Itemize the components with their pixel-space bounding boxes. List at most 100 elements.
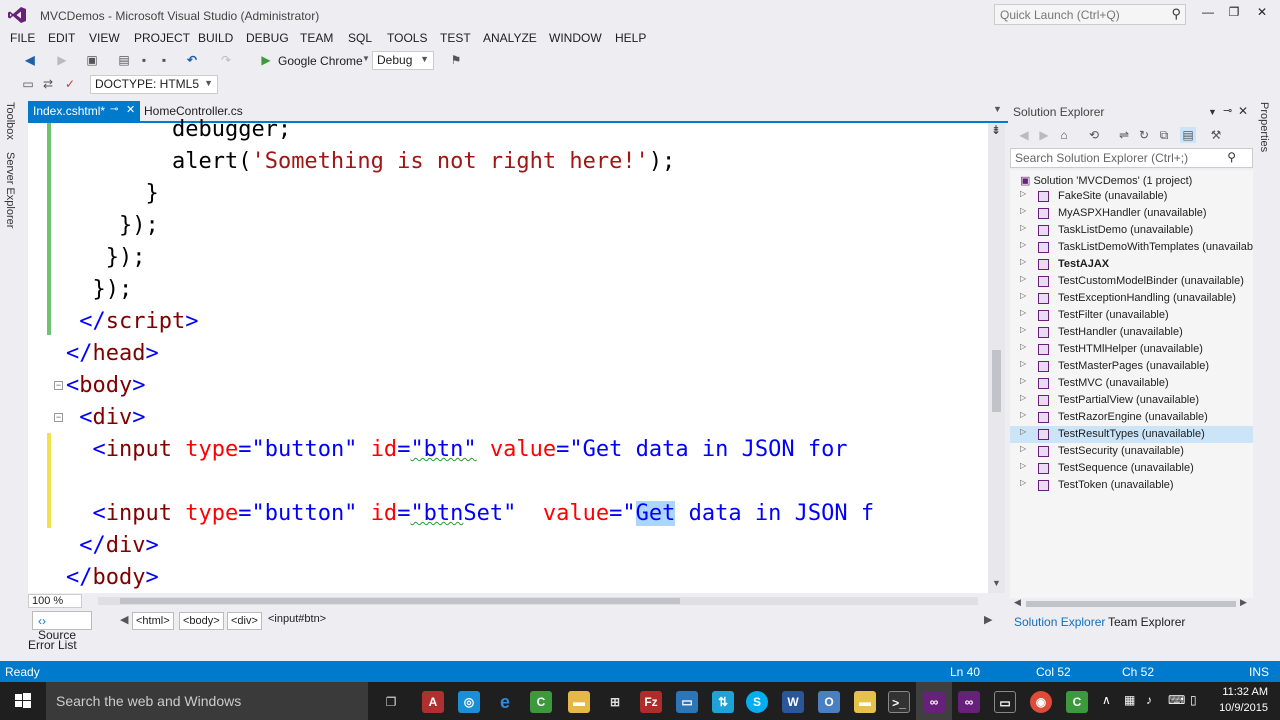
expand-icon[interactable]: ▷ <box>1020 257 1026 266</box>
crumb-input[interactable]: <input#btn> <box>268 613 326 625</box>
expand-icon[interactable]: ▷ <box>1020 274 1026 283</box>
edge-browser-icon[interactable]: e <box>494 691 516 713</box>
menu-project[interactable]: PROJECT <box>134 31 190 45</box>
home-icon[interactable]: ⌂ <box>1056 127 1072 143</box>
project-item[interactable]: ▷ TestRazorEngine (unavailable) <box>1010 409 1253 426</box>
save-icon[interactable]: ▪ <box>136 52 152 68</box>
folder-icon[interactable]: ▬ <box>854 691 876 713</box>
ftp-app-icon[interactable]: ⇅ <box>712 691 734 713</box>
expand-icon[interactable]: ▷ <box>1020 206 1026 215</box>
menu-sql[interactable]: SQL <box>348 31 372 45</box>
collapse-all-icon[interactable]: ⧉ <box>1156 127 1172 143</box>
minimize-button[interactable]: — <box>1196 5 1220 21</box>
menu-help[interactable]: HELP <box>615 31 646 45</box>
expand-icon[interactable]: ▷ <box>1020 393 1026 402</box>
tab-home-controller[interactable]: HomeController.cs <box>144 104 243 118</box>
server-explorer-tab[interactable]: Server Explorer <box>4 152 16 228</box>
sync-icon[interactable]: ⟲ <box>1086 127 1102 143</box>
validate-icon[interactable]: ⇄ <box>40 76 56 92</box>
fold-toggle-icon[interactable]: − <box>54 413 63 422</box>
chevron-down-icon[interactable]: ▼ <box>362 54 370 63</box>
remote-desktop-icon[interactable]: ▭ <box>676 691 698 713</box>
expand-icon[interactable]: ▷ <box>1020 444 1026 453</box>
visual-studio-2-icon[interactable]: ∞ <box>958 691 980 713</box>
quick-launch-input[interactable]: Quick Launch (Ctrl+Q) ⚲ <box>994 4 1186 25</box>
project-item[interactable]: ▷ TestExceptionHandling (unavailable) <box>1010 290 1253 307</box>
project-item[interactable]: ▷ TestHTMlHelper (unavailable) <box>1010 341 1253 358</box>
expand-icon[interactable]: ▷ <box>1020 291 1026 300</box>
solution-horizontal-scrollbar[interactable]: ◀ ▶ <box>1012 597 1250 609</box>
properties-tab[interactable]: Properties <box>1258 102 1270 152</box>
project-item[interactable]: ▷ TestToken (unavailable) <box>1010 477 1253 494</box>
project-item[interactable]: ▷ TestHandler (unavailable) <box>1010 324 1253 341</box>
menu-view[interactable]: VIEW <box>89 31 120 45</box>
visual-studio-icon[interactable]: ∞ <box>923 691 945 713</box>
project-item[interactable]: ▷ FakeSite (unavailable) <box>1010 188 1253 205</box>
expand-icon[interactable]: ▷ <box>1020 342 1026 351</box>
scrollbar-thumb[interactable] <box>120 598 680 604</box>
taskbar-search-input[interactable]: Search the web and Windows <box>46 682 368 720</box>
tab-team-explorer[interactable]: Team Explorer <box>1104 612 1189 632</box>
crumb-html[interactable]: <html> <box>132 612 174 630</box>
close-icon[interactable]: ✕ <box>1238 104 1248 118</box>
console-icon[interactable]: ▭ <box>994 691 1016 713</box>
outlook-icon[interactable]: O <box>818 691 840 713</box>
restore-button[interactable]: ❐ <box>1222 5 1246 21</box>
forward-icon[interactable]: ▶ <box>1036 127 1052 143</box>
crumb-body[interactable]: <body> <box>179 612 224 630</box>
expand-icon[interactable]: ▷ <box>1020 359 1026 368</box>
solution-search-input[interactable]: Search Solution Explorer (Ctrl+;) ⚲ <box>1010 148 1253 168</box>
command-prompt-icon[interactable]: >_ <box>888 691 910 713</box>
expand-icon[interactable]: ▷ <box>1020 410 1026 419</box>
close-button[interactable]: ✕ <box>1250 5 1274 21</box>
error-list-tab[interactable]: Error List <box>28 638 77 652</box>
project-item[interactable]: ▷ TestPartialView (unavailable) <box>1010 392 1253 409</box>
chevron-down-icon[interactable]: ▼ <box>1208 107 1217 117</box>
menu-tools[interactable]: TOOLS <box>387 31 427 45</box>
menu-test[interactable]: TEST <box>440 31 471 45</box>
show-all-files-icon[interactable]: ▤ <box>1180 127 1196 143</box>
fold-toggle-icon[interactable]: − <box>54 381 63 390</box>
project-item[interactable]: ▷ TestCustomModelBinder (unavailable) <box>1010 273 1253 290</box>
skype-alt-icon[interactable]: ◎ <box>458 691 480 713</box>
chrome-icon[interactable]: ◉ <box>1030 691 1052 713</box>
clock-time[interactable]: 11:32 AM <box>1222 686 1268 698</box>
forward-icon[interactable]: ▶ <box>54 52 70 68</box>
pin-icon[interactable]: ⊸ <box>1223 104 1232 117</box>
menu-build[interactable]: BUILD <box>198 31 233 45</box>
camtasia-icon[interactable]: C <box>530 691 552 713</box>
tab-dropdown-icon[interactable]: ▼ <box>993 104 1002 114</box>
expand-icon[interactable]: ▷ <box>1020 189 1026 198</box>
redo-icon[interactable]: ↷ <box>218 52 234 68</box>
project-item[interactable]: ▷ TestResultTypes (unavailable) <box>1010 426 1253 443</box>
project-item[interactable]: ▷ TestFilter (unavailable) <box>1010 307 1253 324</box>
expand-icon[interactable]: ▷ <box>1020 325 1026 334</box>
open-file-icon[interactable]: ▤ <box>116 52 132 68</box>
notification-icon[interactable]: ▯ <box>1190 693 1197 707</box>
expand-icon[interactable]: ▷ <box>1020 461 1026 470</box>
volume-icon[interactable]: ♪ <box>1146 693 1152 707</box>
scrollbar-thumb[interactable] <box>992 350 1001 412</box>
project-item[interactable]: ▷ TestMVC (unavailable) <box>1010 375 1253 392</box>
project-item[interactable]: ▷ TestSecurity (unavailable) <box>1010 443 1253 460</box>
pin-icon[interactable]: ⊸ <box>110 104 118 115</box>
pending-changes-icon[interactable]: ⇌ <box>1116 127 1132 143</box>
new-project-icon[interactable]: ▣ <box>84 52 100 68</box>
keyboard-icon[interactable]: ⌨ <box>1168 693 1185 707</box>
configuration-select[interactable]: Debug ▼ <box>372 51 434 70</box>
skype-icon[interactable]: S <box>746 691 768 713</box>
menu-edit[interactable]: EDIT <box>48 31 75 45</box>
toolbox-tab[interactable]: Toolbox <box>4 102 16 140</box>
menu-window[interactable]: WINDOW <box>549 31 602 45</box>
start-debugging-icon[interactable]: ▶ <box>258 52 274 68</box>
zoom-select[interactable]: 100 % <box>28 594 82 608</box>
clock-date[interactable]: 10/9/2015 <box>1219 702 1268 714</box>
doctype-select[interactable]: DOCTYPE: HTML5 ▼ <box>90 75 218 94</box>
project-item[interactable]: ▷ TestSequence (unavailable) <box>1010 460 1253 477</box>
chevron-up-icon[interactable]: ∧ <box>1102 693 1111 707</box>
expand-icon[interactable]: ▷ <box>1020 240 1026 249</box>
attach-icon[interactable]: ⚑ <box>448 52 464 68</box>
properties-icon[interactable]: ⚒ <box>1208 127 1224 143</box>
network-icon[interactable]: ▦ <box>1124 693 1135 707</box>
scroll-left-icon[interactable]: ◀ <box>1014 597 1021 608</box>
